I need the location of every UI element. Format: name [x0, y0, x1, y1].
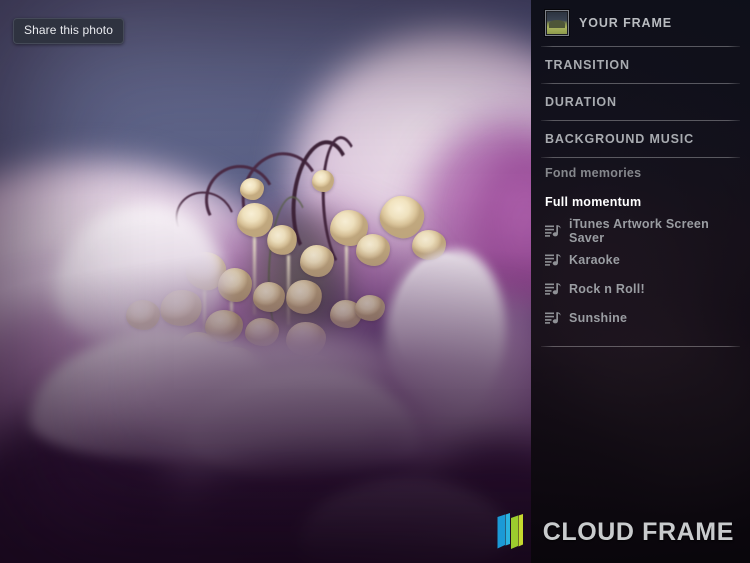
music-track-rock-n-roll[interactable]: Rock n Roll! — [541, 274, 740, 303]
divider — [541, 346, 740, 347]
cloud-frame-logo-icon — [497, 513, 523, 549]
music-note-icon — [545, 311, 561, 324]
sidebar-item-your-frame[interactable]: YOUR FRAME — [541, 0, 740, 46]
music-track-label: Karaoke — [569, 252, 621, 267]
music-note-icon — [545, 253, 561, 266]
cloud-frame-logo: CLOUD FRAME — [496, 511, 734, 553]
music-track-label: Sunshine — [569, 310, 628, 325]
music-track-karaoke[interactable]: Karaoke — [541, 245, 740, 274]
settings-sidebar: YOUR FRAME TRANSITION DURATION BACKGROUN… — [531, 0, 750, 563]
sidebar-content: YOUR FRAME TRANSITION DURATION BACKGROUN… — [531, 0, 750, 347]
transition-label: TRANSITION — [545, 58, 630, 72]
cloud-frame-app: Share this photo YOUR FRAME TRANSITION D… — [0, 0, 750, 563]
music-track-label: iTunes Artwork Screen Saver — [569, 216, 710, 245]
music-track-sunshine[interactable]: Sunshine — [541, 303, 740, 332]
sidebar-section-duration[interactable]: DURATION — [541, 84, 740, 120]
music-option-label: Full momentum — [545, 194, 642, 209]
music-option-label: Fond memories — [545, 165, 642, 180]
sidebar-section-transition[interactable]: TRANSITION — [541, 47, 740, 83]
music-option-fond-memories[interactable]: Fond memories — [541, 158, 740, 187]
frame-thumbnail-icon — [545, 10, 569, 36]
music-track-label: Rock n Roll! — [569, 281, 645, 296]
sidebar-section-background-music[interactable]: BACKGROUND MUSIC — [541, 121, 740, 157]
music-track-itunes-artwork-screen-saver[interactable]: iTunes Artwork Screen Saver — [541, 216, 740, 245]
music-note-icon — [545, 224, 561, 237]
music-note-icon — [545, 282, 561, 295]
background-music-label: BACKGROUND MUSIC — [545, 132, 695, 146]
share-photo-button[interactable]: Share this photo — [13, 18, 124, 45]
music-option-full-momentum[interactable]: Full momentum — [541, 187, 740, 216]
your-frame-label: YOUR FRAME — [579, 16, 673, 30]
duration-label: DURATION — [545, 95, 617, 109]
cloud-frame-logo-text: CLOUD FRAME — [542, 517, 734, 546]
